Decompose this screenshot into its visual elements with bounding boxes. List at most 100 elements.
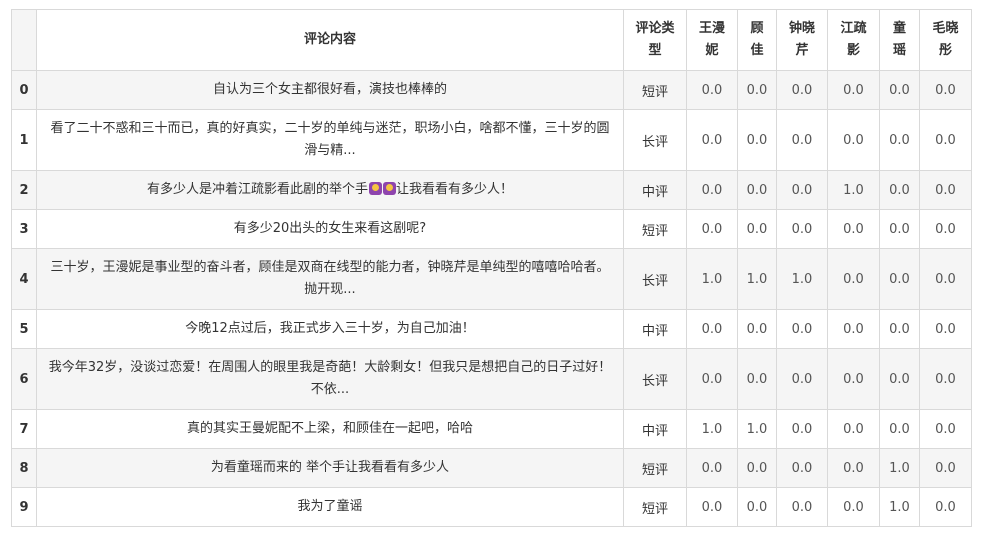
row-index: 4 [11,248,37,310]
actor-mention-cell: 0.0 [686,170,738,210]
table-row: 0 自认为三个女主都很好看，演技也棒棒的 短评 0.0 0.0 0.0 0.0 0.0 0.0 [11,70,972,110]
actor-mention-cell: 0.0 [776,109,828,171]
actor-mention-cell: 0.0 [737,109,777,171]
actor-mention-cell: 0.0 [879,348,920,410]
table-row: 9 我为了童谣 短评 0.0 0.0 0.0 0.0 1.0 0.0 [11,487,972,527]
actor-mention-cell: 0.0 [827,209,880,249]
column-header-text: 童 [892,21,906,36]
actor-mention-cell: 0.0 [919,348,972,410]
actor-mention-cell: 0.0 [827,109,880,171]
row-index: 0 [11,70,37,110]
actor-mention-cell: 1.0 [879,487,920,527]
actor-mention-cell: 0.0 [879,409,920,449]
column-header-text: 顾 [750,21,764,36]
table-body: 0 自认为三个女主都很好看，演技也棒棒的 短评 0.0 0.0 0.0 0.0 0.0 0.0 1… [11,70,972,527]
column-header-text: 钟晓 [788,21,815,36]
row-index: 5 [11,309,37,349]
actor-mention-cell: 0.0 [686,487,738,527]
comment-content-cell: 为看童瑶而来的 举个手让我看看有多少人 [36,448,624,488]
actor-mention-cell: 0.0 [776,448,828,488]
actor-mention-cell: 0.0 [919,209,972,249]
column-header-text: 妮 [705,43,719,58]
actor-mention-cell: 0.0 [776,209,828,249]
column-header-jiang-shuying: 江疏影 [827,9,880,71]
actor-mention-cell: 1.0 [737,409,777,449]
actor-mention-cell: 0.0 [737,309,777,349]
comment-type-cell: 短评 [623,209,687,249]
table-row: 1 看了二十不惑和三十而已，真的好真实，二十岁的单纯与迷茫，职场小白，啥都不懂，三… [11,109,972,171]
comment-content-cell: 有多少20出头的女生来看这剧呢? [36,209,624,249]
column-header-tong-yao: 童瑶 [879,9,920,71]
actor-mention-cell: 0.0 [686,209,738,249]
actor-mention-cell: 0.0 [737,170,777,210]
comment-content-cell: 我为了童谣 [36,487,624,527]
actor-mention-cell: 0.0 [827,487,880,527]
actor-mention-cell: 0.0 [776,70,828,110]
actor-mention-cell: 0.0 [919,409,972,449]
actor-mention-cell: 0.0 [776,170,828,210]
actor-mention-cell: 0.0 [879,209,920,249]
comment-content-cell: 三十岁，王漫妮是事业型的奋斗者，顾佳是双商在线型的能力者，钟晓芹是单纯型的嘻嘻哈… [36,248,624,310]
row-index: 9 [11,487,37,527]
comment-type-cell: 短评 [623,487,687,527]
actor-mention-cell: 0.0 [919,448,972,488]
actor-mention-cell: 0.0 [919,487,972,527]
row-index: 7 [11,409,37,449]
actor-mention-cell: 1.0 [776,248,828,310]
actor-mention-cell: 1.0 [879,448,920,488]
actor-mention-cell: 0.0 [737,209,777,249]
actor-mention-cell: 0.0 [879,170,920,210]
actor-mention-cell: 0.0 [827,348,880,410]
index-header [11,9,37,71]
raising-hand-emoji [382,182,396,195]
column-header-type: 评论类型 [623,9,687,71]
actor-mention-cell: 0.0 [879,109,920,171]
column-header-text: 瑶 [892,43,906,58]
actor-mention-cell: 0.0 [879,248,920,310]
dataframe-table: 评论内容 评论类型王漫妮顾佳钟晓芹江疏影童瑶毛晓彤 0 自认为三个女主都很好看，演技… [11,9,972,527]
actor-mention-cell: 0.0 [686,448,738,488]
actor-mention-cell: 0.0 [827,448,880,488]
column-header-wang-manni: 王漫妮 [686,9,738,71]
actor-mention-cell: 0.0 [686,348,738,410]
row-index: 6 [11,348,37,410]
row-index: 3 [11,209,37,249]
actor-mention-cell: 0.0 [919,248,972,310]
table-row: 5 今晚12点过后，我正式步入三十岁，为自己加油！ 中评 0.0 0.0 0.0 0.0 0.… [11,309,972,349]
actor-mention-cell: 0.0 [686,309,738,349]
column-header-text: 毛晓 [932,21,959,36]
table-header: 评论内容 评论类型王漫妮顾佳钟晓芹江疏影童瑶毛晓彤 [11,9,972,71]
table-row: 8 为看童瑶而来的 举个手让我看看有多少人 短评 0.0 0.0 0.0 0.0 1.0 0.0 [11,448,972,488]
comment-text-part: 让我看看有多少人！ [396,182,514,197]
column-header-text: 佳 [750,43,764,58]
actor-mention-cell: 0.0 [919,109,972,171]
actor-mention-cell: 0.0 [919,309,972,349]
actor-mention-cell: 0.0 [827,70,880,110]
table-row: 4 三十岁，王漫妮是事业型的奋斗者，顾佳是双商在线型的能力者，钟晓芹是单纯型的嘻嘻… [11,248,972,310]
comment-text-part: 有多少人是冲着江疏影看此剧的举个手 [146,182,368,197]
comment-content-cell: 真的其实王曼妮配不上梁，和顾佳在一起吧，哈哈 [36,409,624,449]
actor-mention-cell: 1.0 [686,248,738,310]
column-header-text: 芹 [795,43,809,58]
comment-type-cell: 中评 [623,170,687,210]
raising-hand-emoji [368,182,382,195]
comment-content-cell: 自认为三个女主都很好看，演技也棒棒的 [36,70,624,110]
comment-type-cell: 中评 [623,409,687,449]
comment-type-cell: 短评 [623,70,687,110]
actor-mention-cell: 1.0 [737,248,777,310]
actor-mention-cell: 0.0 [919,170,972,210]
column-header-text: 评论类 [635,21,675,36]
column-header-text: 评论内容 [303,32,356,47]
column-header-text: 王漫 [698,21,725,36]
comment-content-cell: 看了二十不惑和三十而已，真的好真实，二十岁的单纯与迷茫，职场小白，啥都不懂，三十… [36,109,624,171]
comment-type-cell: 长评 [623,109,687,171]
dataframe-table-container: 评论内容 评论类型王漫妮顾佳钟晓芹江疏影童瑶毛晓彤 0 自认为三个女主都很好看，演技… [11,9,972,527]
actor-mention-cell: 0.0 [827,248,880,310]
column-header-gu-jia: 顾佳 [737,9,777,71]
actor-mention-cell: 0.0 [737,448,777,488]
table-row: 6 我今年32岁，没谈过恋爱！在周围人的眼里我是奇葩！大龄剩女！但我只是想把自己的… [11,348,972,410]
comment-content-cell: 今晚12点过后，我正式步入三十岁，为自己加油！ [36,309,624,349]
column-header-text: 影 [846,43,860,58]
actor-mention-cell: 0.0 [879,309,920,349]
column-header-content: 评论内容 [36,9,624,71]
